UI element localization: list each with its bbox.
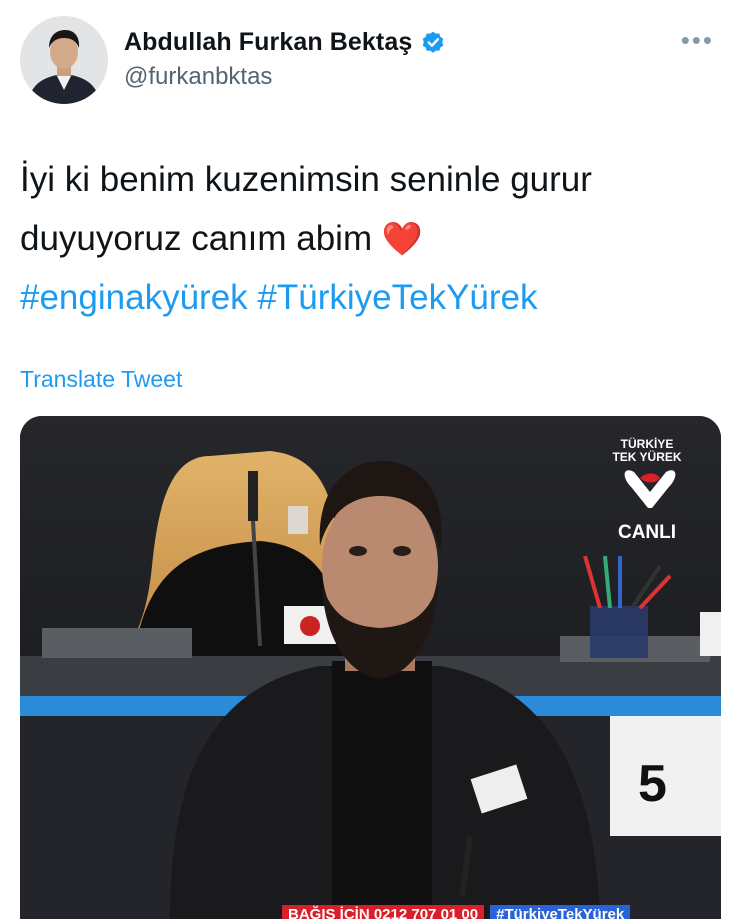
ticker-phone: BAĞIŞ İÇİN 0212 707 01 00 <box>282 904 485 919</box>
tweet-text-line-2-text: duyuyoruz canım abim <box>20 219 373 258</box>
avatar[interactable] <box>20 16 108 104</box>
ticker-hashtag: #TürkiyeTekYürek <box>490 904 631 919</box>
tweet-text: İyi ki benim kuzenimsin seninle gurur du… <box>20 150 710 327</box>
heart-emoji-icon: ❤️ <box>381 220 423 257</box>
more-options-icon[interactable]: ••• <box>681 27 714 53</box>
tweet-header: Abdullah Furkan Bektaş @furkanbktas ••• <box>0 0 730 110</box>
tweet-text-line-1: İyi ki benim kuzenimsin seninle gurur <box>20 160 592 199</box>
brand-line-2: TEK YÜREK <box>612 450 682 464</box>
translate-tweet-link[interactable]: Translate Tweet <box>20 366 182 393</box>
tweet-text-line-2: duyuyoruz canım abim ❤️ <box>20 209 710 268</box>
author-names: Abdullah Furkan Bektaş @furkanbktas <box>124 28 446 91</box>
hashtag-link-enginakyurek[interactable]: #enginakyürek <box>20 278 248 317</box>
author-handle[interactable]: @furkanbktas <box>124 63 446 91</box>
author-display-name[interactable]: Abdullah Furkan Bektaş <box>124 28 412 57</box>
profile-avatar <box>20 16 108 104</box>
desk-number: 5 <box>638 755 667 813</box>
tweet-media-image[interactable]: TÜRKİYE TEK YÜREK CANLI 5 BAĞIŞ İÇİN 021… <box>20 416 721 919</box>
verified-badge-icon <box>420 30 446 56</box>
broadcast-brand-logo: TÜRKİYE TEK YÜREK <box>612 438 682 464</box>
live-label: CANLI <box>617 522 677 543</box>
hashtag-link-turkiyetekyurek[interactable]: #TürkiyeTekYürek <box>257 278 537 317</box>
broadcast-ticker: BAĞIŞ İÇİN 0212 707 01 00 #TürkiyeTekYür… <box>282 903 631 919</box>
tv-broadcast-photo <box>20 416 721 919</box>
tweet-hashtags: #enginakyürek #TürkiyeTekYürek <box>20 268 710 327</box>
